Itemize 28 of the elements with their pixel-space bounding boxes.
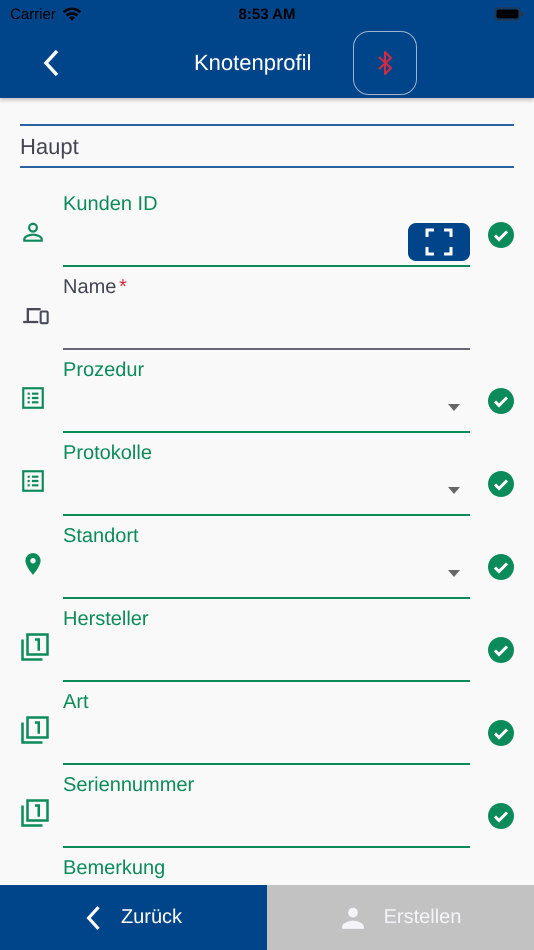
- back-button[interactable]: Zurück: [0, 885, 267, 950]
- input-field[interactable]: Prozedur: [63, 359, 470, 433]
- input-field[interactable]: Seriennummer: [63, 774, 470, 848]
- scan-button[interactable]: [408, 223, 470, 261]
- input-field[interactable]: Protokolle: [63, 442, 470, 516]
- section-title: Haupt: [20, 124, 514, 168]
- wifi-icon: [62, 6, 82, 22]
- dropdown-caret-icon: [448, 570, 460, 577]
- dropdown-caret-icon: [448, 404, 460, 411]
- input-field[interactable]: Standort: [63, 525, 470, 599]
- stacked-number-icon: [20, 632, 50, 662]
- input-field[interactable]: Name*: [63, 276, 470, 350]
- list-icon: [20, 468, 46, 494]
- screen-title: Knotenprofil: [194, 50, 312, 76]
- input-field[interactable]: Kunden ID: [63, 193, 470, 267]
- dropdown-caret-icon: [448, 487, 460, 494]
- bluetooth-button[interactable]: [353, 31, 418, 95]
- scan-frame-icon: [424, 227, 454, 257]
- clock-time: 8:53 AM: [238, 6, 296, 22]
- battery-icon: [494, 7, 524, 21]
- bluetooth-icon: [377, 49, 394, 77]
- carrier-name: Carrier: [10, 6, 56, 22]
- input-field[interactable]: Hersteller: [63, 608, 470, 682]
- list-icon: [20, 385, 46, 411]
- stacked-number-icon: [20, 715, 50, 745]
- required-mark: *: [119, 276, 127, 299]
- input-field[interactable]: Art: [63, 691, 470, 765]
- stacked-number-icon: [20, 798, 50, 828]
